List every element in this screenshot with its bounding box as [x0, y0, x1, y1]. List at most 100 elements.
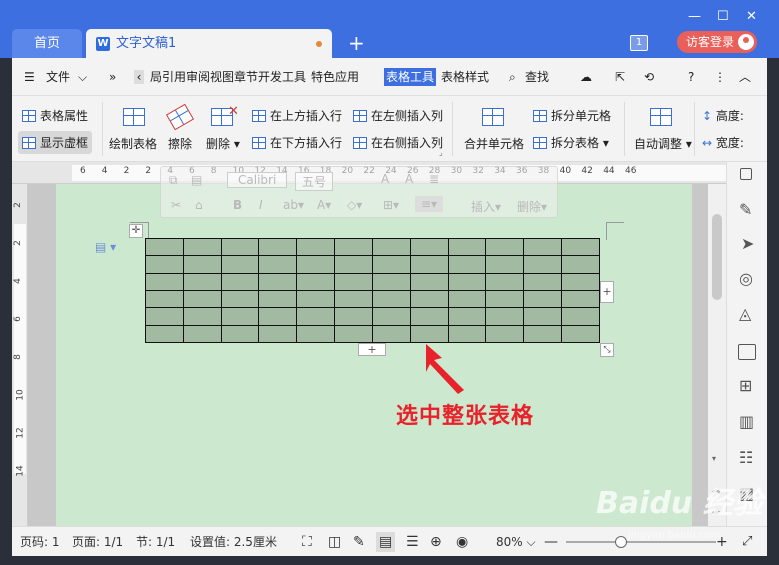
table-cell[interactable] [561, 324, 600, 344]
italic-icon[interactable]: I [259, 198, 263, 212]
chevron-down-icon[interactable]: ⌵ [78, 58, 87, 96]
table-cell[interactable] [409, 307, 449, 326]
table-cell[interactable] [409, 289, 449, 309]
table-cell[interactable] [258, 255, 298, 274]
page-count[interactable]: 页面: 1/1 [72, 527, 123, 557]
highlight-icon[interactable]: ab▾ [283, 198, 304, 212]
table-cell[interactable] [523, 324, 563, 344]
zoom-slider[interactable] [566, 541, 716, 543]
col-width-field[interactable]: ↔ 宽度: [702, 134, 744, 151]
split-table-button[interactable]: 拆分表格 ▾ [533, 134, 609, 151]
table-cell[interactable] [334, 237, 373, 257]
insert-col-left-button[interactable]: 在左侧插入列 [353, 107, 443, 124]
table-resize-icon[interactable]: ⤡ [600, 343, 614, 357]
grow-font-icon[interactable]: A [381, 172, 389, 186]
read-mode-icon[interactable]: ◫ [328, 527, 341, 557]
table-row[interactable] [145, 237, 600, 257]
table-cell[interactable] [371, 324, 411, 344]
table-properties-button[interactable]: 表格属性 [22, 107, 88, 124]
shapes-icon[interactable]: ◎ [739, 269, 753, 288]
delete-button[interactable]: 删除 ▾ [206, 135, 240, 152]
align-icon[interactable]: ≡▾ [415, 196, 444, 212]
page-number[interactable]: 页码: 1 [20, 527, 60, 557]
settings-sliders-icon[interactable]: ☷ [739, 448, 753, 467]
tab-document[interactable]: W 文字文稿1 [86, 29, 332, 58]
scroll-down-icon[interactable]: ▾ [712, 454, 716, 463]
help-icon[interactable]: ? [688, 58, 694, 96]
outline-view-icon[interactable]: ☰ [406, 527, 419, 557]
table-cell[interactable] [220, 255, 260, 274]
bold-icon[interactable]: B [233, 198, 242, 212]
fill-icon[interactable]: ◇▾ [347, 198, 362, 212]
table-cell[interactable] [523, 307, 563, 326]
notification-badge[interactable]: 1 [630, 35, 648, 51]
table-cell[interactable] [145, 272, 184, 291]
paste-icon[interactable]: ▤ [191, 173, 202, 187]
menu-table-style[interactable]: 表格样式 [441, 58, 489, 96]
table-cell[interactable] [485, 289, 525, 309]
table-cell[interactable] [485, 324, 525, 344]
table-cell[interactable] [371, 237, 411, 257]
table-cell[interactable] [258, 307, 298, 326]
copy-icon[interactable]: ⧉ [169, 173, 178, 188]
zoom-slider-knob[interactable] [615, 536, 627, 548]
table-cell[interactable] [258, 272, 298, 291]
table-cell[interactable] [447, 237, 487, 257]
table-cell[interactable] [371, 289, 411, 309]
chart-icon[interactable]: ▥ [739, 412, 754, 431]
mini-insert-button[interactable]: 插入▾ [471, 198, 501, 215]
table-cell[interactable] [561, 272, 600, 291]
table-cell[interactable] [296, 289, 336, 309]
apps-grid-icon[interactable]: ⊞ [739, 376, 752, 395]
insert-col-right-button[interactable]: 在右侧插入列 [353, 134, 443, 151]
menu-search[interactable]: 查找 [525, 58, 549, 96]
table-cell[interactable] [371, 307, 411, 326]
fit-page-icon[interactable]: ⤢ [742, 527, 752, 557]
table-cell[interactable] [296, 237, 336, 257]
menu-file[interactable]: 文件 [46, 58, 70, 96]
table-cell[interactable] [447, 289, 487, 309]
history-icon[interactable]: ⟲ [644, 58, 654, 96]
auto-fit-button[interactable]: 自动调整 ▾ [634, 135, 692, 152]
split-cells-button[interactable]: 拆分单元格 [533, 107, 611, 124]
table-cell[interactable] [334, 307, 373, 326]
scrollbar-thumb[interactable] [712, 214, 722, 300]
menu-layout[interactable]: 局 [150, 58, 162, 96]
table-cell[interactable] [296, 272, 336, 291]
table-cell[interactable] [220, 237, 260, 257]
close-icon[interactable]: ✕ [746, 9, 757, 24]
maximize-icon[interactable]: ☐ [717, 9, 729, 24]
more-options-icon[interactable]: ⋮ [714, 58, 726, 96]
table-row[interactable] [145, 289, 600, 309]
table-cell[interactable] [485, 307, 525, 326]
hamburger-icon[interactable]: ☰ [24, 58, 35, 96]
show-gridlines-button[interactable]: 显示虚框 [18, 131, 93, 154]
table-cell[interactable] [258, 237, 298, 257]
edit-pen-icon[interactable]: ✎ [353, 527, 365, 557]
clear-format-icon[interactable]: ≣ [429, 172, 439, 186]
dialog-launcher-icon[interactable]: ⌟ [439, 148, 443, 157]
cut-icon[interactable]: ✂ [171, 198, 181, 212]
table-row[interactable] [145, 307, 600, 326]
font-color-icon[interactable]: A▾ [317, 198, 331, 212]
table-cell[interactable] [145, 289, 184, 309]
table-cell[interactable] [523, 289, 563, 309]
menu-features[interactable]: 特色应用 [311, 58, 359, 96]
table-cell[interactable] [182, 324, 222, 344]
table-cell[interactable] [220, 272, 260, 291]
table-cell[interactable] [485, 237, 525, 257]
table-cell[interactable] [296, 307, 336, 326]
table-cell[interactable] [145, 255, 184, 274]
pen-icon[interactable]: ✎ [739, 200, 752, 219]
shrink-font-icon[interactable]: A [405, 172, 413, 186]
table-cell[interactable] [145, 324, 184, 344]
table-row[interactable] [145, 324, 600, 344]
table-cell[interactable] [561, 237, 600, 257]
menu-view[interactable]: 视图 [210, 58, 234, 96]
table-cell[interactable] [182, 272, 222, 291]
table-cell[interactable] [523, 255, 563, 274]
table-cell[interactable] [561, 307, 600, 326]
row-height-field[interactable]: ↕ 高度: [702, 107, 744, 124]
table-cell[interactable] [523, 237, 563, 257]
table-cell[interactable] [334, 289, 373, 309]
